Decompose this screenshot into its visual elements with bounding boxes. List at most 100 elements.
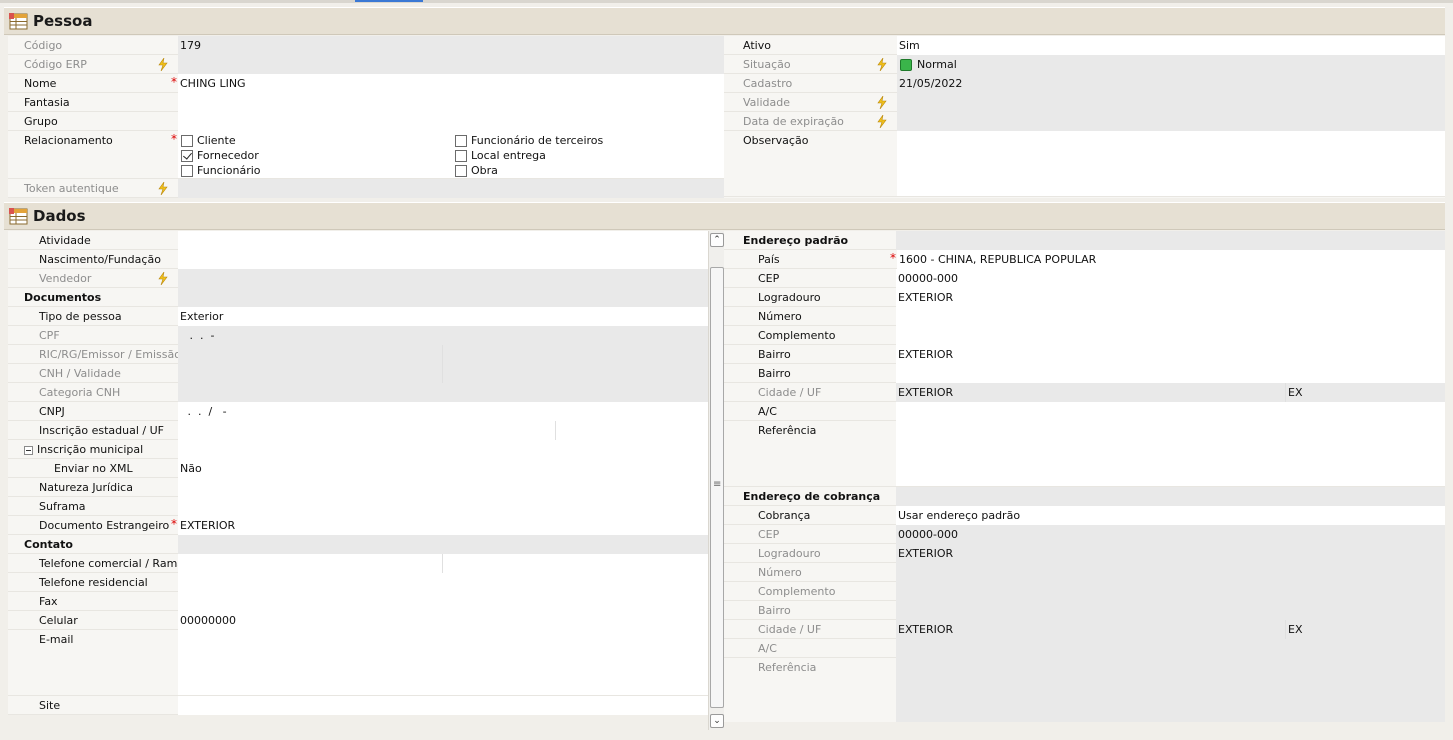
- fantasia-input[interactable]: [178, 93, 724, 112]
- bairro-input[interactable]: EXTERIOR: [896, 345, 1445, 364]
- required-marker: *: [890, 251, 896, 265]
- celular-input[interactable]: 00000000: [178, 611, 708, 630]
- im-input[interactable]: [178, 440, 708, 459]
- numero-input[interactable]: [896, 307, 1445, 326]
- label-referencia: Referência: [758, 424, 817, 437]
- cnpj-input[interactable]: . . / -: [178, 402, 708, 421]
- label-im[interactable]: Inscrição municipal: [24, 440, 143, 459]
- nascimento-input[interactable]: [178, 250, 708, 269]
- row-cnh: CNH / Validade: [8, 364, 708, 383]
- lightning-icon[interactable]: [158, 272, 168, 285]
- cep-input[interactable]: 00000-000: [896, 269, 1445, 288]
- row-cob-bairro: Bairro: [724, 601, 1445, 620]
- referencia-textarea[interactable]: [896, 421, 1445, 486]
- ac-input[interactable]: [896, 402, 1445, 421]
- pais-select[interactable]: 1600 - CHINA, REPUBLICA POPULAR: [897, 250, 1445, 269]
- section-title-pessoa: Pessoa: [33, 12, 93, 30]
- label-fantasia: Fantasia: [24, 96, 70, 109]
- row-expiracao: Data de expiração: [724, 112, 1445, 131]
- categoria-cnh-field: [178, 383, 708, 402]
- row-situacao: Situação Normal: [724, 55, 1445, 74]
- row-observacao: Observação: [724, 131, 1445, 197]
- section-header-dados[interactable]: Dados: [4, 202, 1445, 230]
- bairro-2-input[interactable]: [896, 364, 1445, 383]
- checkbox-fornecedor[interactable]: Fornecedor: [181, 148, 259, 163]
- checkbox-cliente[interactable]: Cliente: [181, 133, 236, 148]
- observacao-textarea[interactable]: [897, 131, 1445, 196]
- suframa-input[interactable]: [178, 497, 708, 516]
- group-fill: [178, 535, 708, 554]
- checkbox-box-checked[interactable]: [181, 150, 193, 162]
- fax-input[interactable]: [178, 592, 708, 611]
- codigo-field: 179: [178, 36, 724, 55]
- collapse-icon[interactable]: [24, 445, 33, 455]
- row-atividade: Atividade: [8, 231, 708, 250]
- group-endereco-padrao: Endereço padrão: [743, 234, 849, 247]
- checkbox-funcionario[interactable]: Funcionário: [181, 163, 261, 178]
- site-input[interactable]: [178, 696, 708, 715]
- label-tel-residencial: Telefone residencial: [39, 576, 148, 589]
- lightning-icon[interactable]: [877, 115, 887, 128]
- nome-input[interactable]: CHING LING: [178, 74, 724, 93]
- label-cep: CEP: [758, 272, 780, 285]
- checkbox-box[interactable]: [455, 135, 467, 147]
- natureza-input[interactable]: [178, 478, 708, 497]
- checkbox-funcionario-terceiros[interactable]: Funcionário de terceiros: [455, 133, 603, 148]
- label-email: E-mail: [39, 633, 74, 646]
- logradouro-input[interactable]: EXTERIOR: [896, 288, 1445, 307]
- uf-input[interactable]: [556, 421, 708, 440]
- email-textarea[interactable]: [178, 630, 708, 695]
- cnh-field: [178, 364, 443, 383]
- label-cob-logradouro: Logradouro: [758, 547, 821, 560]
- label-expiracao: Data de expiração: [743, 115, 844, 128]
- row-ativo: Ativo Sim: [724, 36, 1445, 55]
- ramal-input[interactable]: [443, 554, 708, 573]
- grupo-input[interactable]: [178, 112, 724, 131]
- active-tab-indicator[interactable]: [355, 0, 423, 2]
- tel-residencial-input[interactable]: [178, 573, 708, 592]
- checkbox-box[interactable]: [455, 150, 467, 162]
- checkbox-local-entrega[interactable]: Local entrega: [455, 148, 546, 163]
- label-tipo-pessoa: Tipo de pessoa: [39, 310, 122, 323]
- pessoa-left-panel: Código 179 Código ERP Nome * CHING LING …: [8, 36, 724, 198]
- checkbox-box[interactable]: [455, 165, 467, 177]
- row-cidade: Cidade / UF EXTERIOR EX: [724, 383, 1445, 402]
- row-site: Site: [8, 696, 708, 715]
- ie-input[interactable]: [178, 421, 556, 440]
- checkbox-box[interactable]: [181, 165, 193, 177]
- doc-estrangeiro-input[interactable]: EXTERIOR: [178, 516, 708, 535]
- token-field: [178, 179, 724, 198]
- complemento-input[interactable]: [896, 326, 1445, 345]
- cob-cep-field: 00000-000: [896, 525, 1445, 544]
- label-cob-cep: CEP: [758, 528, 780, 541]
- lightning-icon[interactable]: [158, 182, 168, 195]
- tel-comercial-input[interactable]: [178, 554, 443, 573]
- row-tipo-pessoa: Tipo de pessoa Exterior: [8, 307, 708, 326]
- checkbox-box[interactable]: [181, 135, 193, 147]
- section-header-pessoa[interactable]: Pessoa: [4, 7, 1445, 35]
- vertical-scrollbar[interactable]: ⌃ ≡ ⌄: [708, 231, 724, 730]
- cpf-field: . . -: [178, 326, 708, 345]
- label-doc-estrangeiro: Documento Estrangeiro: [39, 519, 170, 532]
- label-pais: País: [758, 253, 780, 266]
- enviar-xml-select[interactable]: Não: [178, 459, 708, 478]
- codigo-erp-field: [178, 55, 724, 74]
- lightning-icon[interactable]: [877, 96, 887, 109]
- dados-left-panel: Atividade Nascimento/Fundação Vendedor D…: [8, 231, 708, 715]
- ativo-select[interactable]: Sim: [897, 36, 1445, 55]
- required-marker: *: [171, 75, 177, 89]
- section-title-dados: Dados: [33, 207, 86, 225]
- checkbox-obra[interactable]: Obra: [455, 163, 498, 178]
- scroll-up-button[interactable]: ⌃: [710, 233, 724, 247]
- row-tel-comercial: Telefone comercial / Ramal: [8, 554, 708, 573]
- checkbox-label: Cliente: [197, 134, 236, 147]
- scroll-thumb[interactable]: ≡: [710, 267, 724, 708]
- atividade-input[interactable]: [178, 231, 708, 250]
- label-cob-bairro: Bairro: [758, 604, 791, 617]
- lightning-icon[interactable]: [877, 58, 887, 71]
- cobranca-select[interactable]: Usar endereço padrão: [896, 506, 1445, 525]
- lightning-icon[interactable]: [158, 58, 168, 71]
- tab-strip: [0, 0, 1453, 3]
- tipo-pessoa-select[interactable]: Exterior: [178, 307, 708, 326]
- scroll-down-button[interactable]: ⌄: [710, 714, 724, 728]
